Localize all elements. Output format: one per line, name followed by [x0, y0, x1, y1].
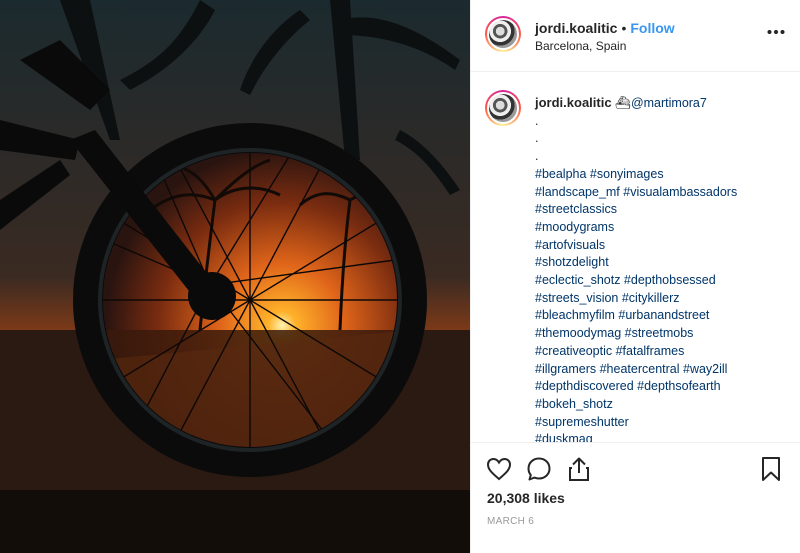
- hashtag-line[interactable]: #artofvisuals: [535, 237, 785, 255]
- post-header: jordi.koalitic • Follow Barcelona, Spain: [471, 0, 800, 72]
- hashtag-line[interactable]: #bealpha #sonyimages: [535, 166, 785, 184]
- caption-username[interactable]: jordi.koalitic: [535, 95, 612, 110]
- caption-section: jordi.koalitic ⛴@martimora7 . . . #bealp…: [471, 72, 800, 442]
- post-photo[interactable]: [0, 0, 470, 553]
- like-count[interactable]: 20,308 likes: [487, 490, 565, 506]
- more-options-icon[interactable]: [767, 24, 785, 35]
- bookmark-icon[interactable]: [757, 455, 785, 483]
- caption-text: jordi.koalitic ⛴@martimora7 . . . #bealp…: [535, 94, 785, 442]
- hashtag-line[interactable]: #eclectic_shotz #depthobsessed: [535, 272, 785, 290]
- hashtag-line[interactable]: #illgramers #heatercentral #way2ill: [535, 361, 785, 379]
- action-icons: [485, 455, 593, 483]
- heart-icon[interactable]: [485, 455, 513, 483]
- bicycle-wheel-sunset-image: [0, 0, 470, 553]
- instagram-post: jordi.koalitic • Follow Barcelona, Spain j…: [0, 0, 800, 553]
- caption-avatar[interactable]: [485, 90, 521, 126]
- caption-dot: .: [535, 149, 539, 164]
- comment-icon[interactable]: [525, 455, 553, 483]
- hashtag-line[interactable]: #themoodymag #streetmobs: [535, 325, 785, 343]
- hashtag-line[interactable]: #duskmag: [535, 431, 785, 442]
- follow-button[interactable]: Follow: [630, 20, 674, 36]
- hashtag-line[interactable]: #streetclassics: [535, 201, 785, 219]
- post-actions: 20,308 likes MARCH 6: [471, 442, 800, 553]
- caption-dot: .: [535, 113, 539, 128]
- hashtag-line[interactable]: #bokeh_shotz: [535, 396, 785, 414]
- mention-link[interactable]: @martimora7: [631, 96, 707, 110]
- author-username[interactable]: jordi.koalitic: [535, 20, 617, 36]
- caption-first-line: jordi.koalitic ⛴@martimora7: [535, 94, 785, 113]
- hashtag-line[interactable]: #shotzdelight: [535, 254, 785, 272]
- separator-dot: •: [621, 20, 627, 36]
- post-sidebar: jordi.koalitic • Follow Barcelona, Spain j…: [470, 0, 800, 553]
- hashtag-line[interactable]: #supremeshutter: [535, 414, 785, 432]
- author-line: jordi.koalitic • Follow: [535, 20, 675, 36]
- hashtag-line[interactable]: #bleachmyfilm #urbanandstreet: [535, 307, 785, 325]
- hashtag-line[interactable]: #landscape_mf #visualambassadors: [535, 184, 785, 202]
- hashtag-line[interactable]: #streets_vision #citykillerz: [535, 290, 785, 308]
- author-avatar[interactable]: [485, 16, 521, 52]
- ship-emoji: ⛴: [615, 96, 631, 110]
- caption-dot: .: [535, 131, 539, 146]
- hashtag-line[interactable]: #creativeoptic #fatalframes: [535, 343, 785, 361]
- share-icon[interactable]: [565, 455, 593, 483]
- location-link[interactable]: Barcelona, Spain: [535, 39, 626, 53]
- post-date[interactable]: MARCH 6: [487, 516, 534, 527]
- hashtag-line[interactable]: #moodygrams: [535, 219, 785, 237]
- hashtag-line[interactable]: #depthdiscovered #depthsofearth: [535, 378, 785, 396]
